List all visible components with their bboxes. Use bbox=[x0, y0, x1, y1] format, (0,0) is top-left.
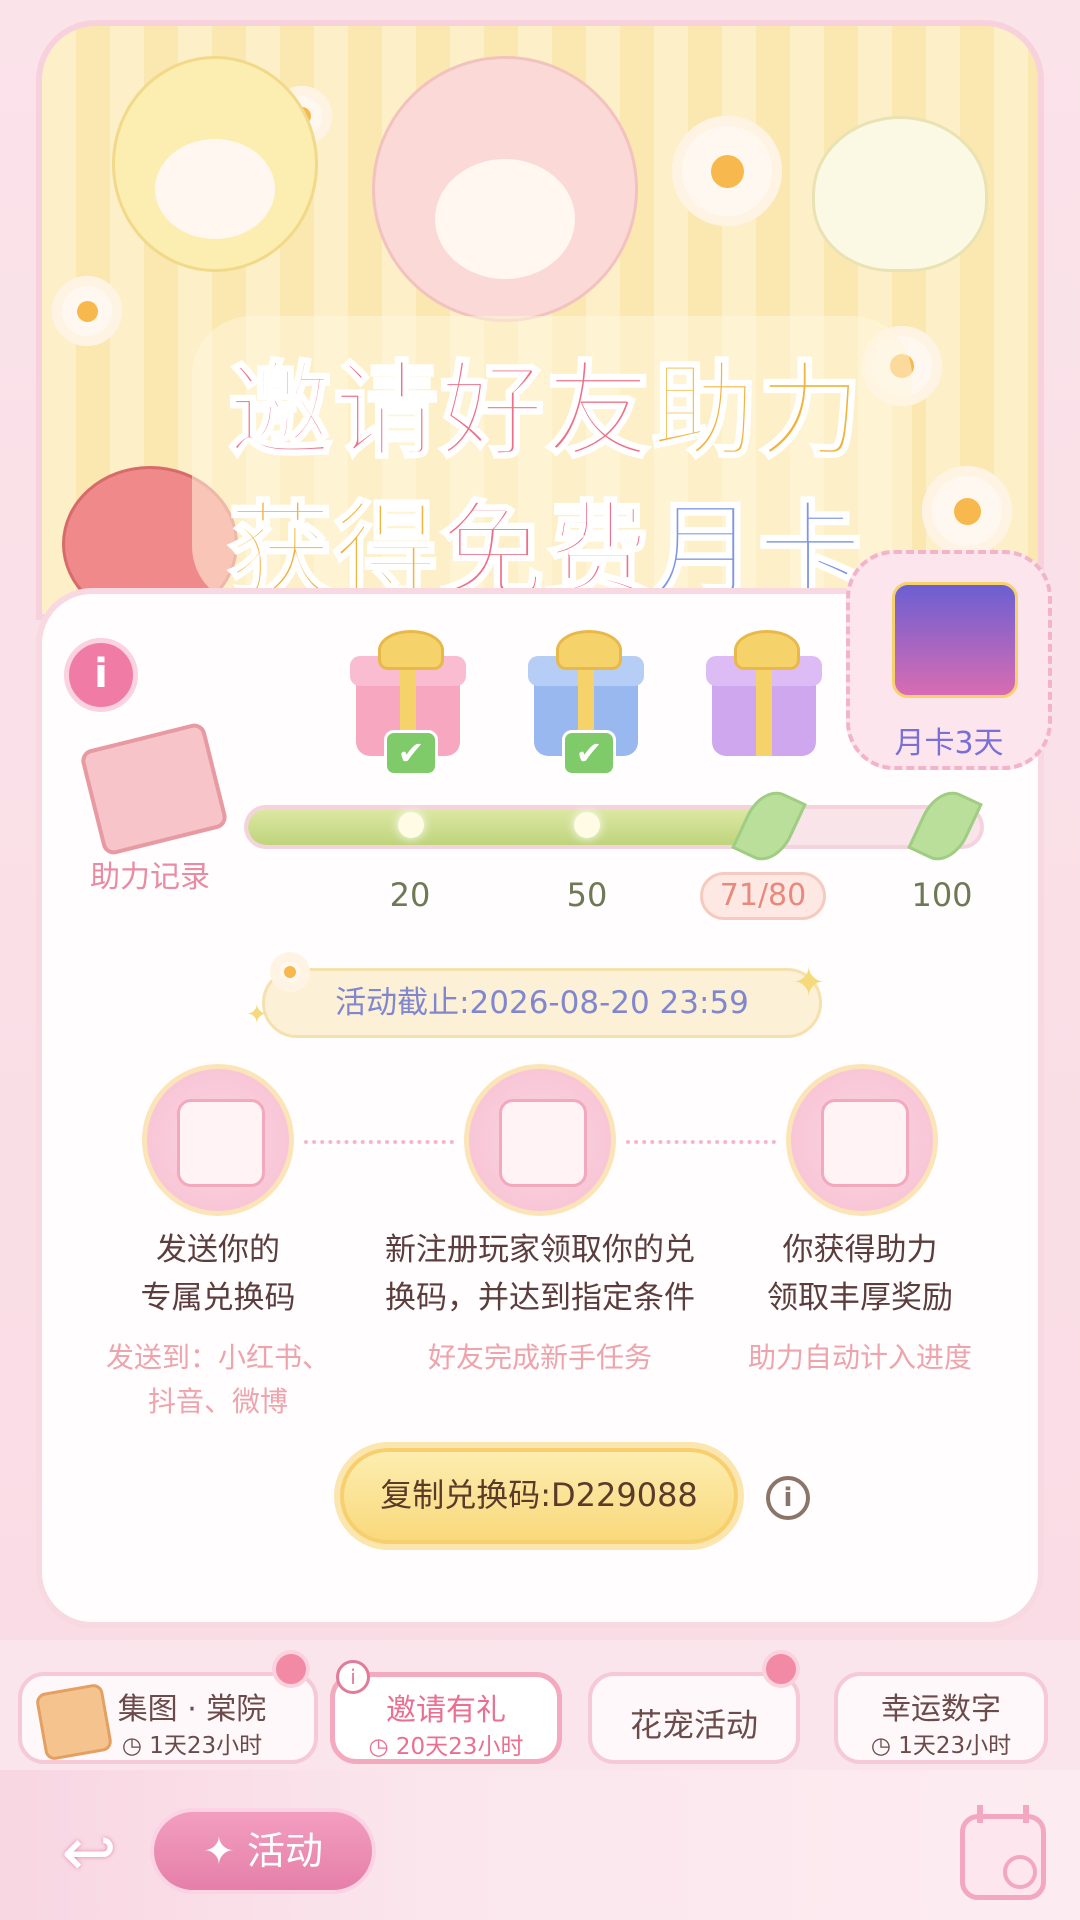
milestone-gift-80[interactable] bbox=[706, 630, 822, 756]
step3-gift-box-icon bbox=[786, 1064, 938, 1216]
info-icon: i bbox=[336, 1660, 370, 1694]
blonde-girl-illustration bbox=[112, 56, 318, 272]
milestone-label-50: 50 bbox=[566, 876, 608, 914]
sparkle-icon: ✦ bbox=[792, 960, 826, 1006]
bunny-girl-illustration bbox=[372, 56, 638, 322]
progress-node bbox=[574, 812, 600, 838]
progress-node bbox=[398, 812, 424, 838]
claimed-check-icon: ✔ bbox=[384, 730, 438, 776]
info-icon[interactable]: i bbox=[766, 1476, 810, 1520]
milestone-label-current: 71/80 bbox=[700, 872, 826, 920]
info-icon: i bbox=[94, 651, 108, 697]
milestone-label-20: 20 bbox=[389, 876, 431, 914]
step3-title: 你获得助力 领取丰厚奖励 bbox=[767, 1232, 953, 1316]
title-segment: 邀请好友 bbox=[226, 349, 652, 474]
title-segment: 助力 bbox=[650, 349, 865, 474]
reward-label: 月卡3天 bbox=[894, 726, 1004, 761]
step-connector bbox=[304, 1140, 454, 1144]
event-banner: 邀请好友助力 获得免费月卡 bbox=[36, 20, 1044, 620]
flower-decoration bbox=[762, 1650, 800, 1688]
monthly-card-box-icon bbox=[892, 582, 1018, 698]
step2-clipboard-icon bbox=[464, 1064, 616, 1216]
assist-record-label[interactable]: 助力记录 bbox=[90, 852, 210, 896]
banner-title-line1: 邀请好友助力 bbox=[42, 326, 1038, 477]
tab-timer: ◷ 20天23小时 bbox=[368, 1734, 524, 1760]
back-arrow-icon[interactable]: ↩ bbox=[44, 1818, 134, 1888]
step-connector bbox=[626, 1140, 776, 1144]
assist-progress-bar bbox=[244, 805, 984, 849]
step1-title: 发送你的 专属兑换码 bbox=[140, 1232, 296, 1316]
event-deadline: 活动截止:2026-08-20 23:59 bbox=[262, 968, 822, 1038]
progress-fill bbox=[248, 809, 768, 845]
step2-subtitle: 好友完成新手任务 bbox=[427, 1341, 652, 1374]
activity-tab-button[interactable]: ✦ 活动 bbox=[150, 1808, 376, 1894]
sparkle-icon: ✦ bbox=[246, 1000, 268, 1030]
gallery-book-icon bbox=[34, 1682, 114, 1762]
step3-subtitle: 助力自动计入进度 bbox=[747, 1341, 972, 1374]
chick-mascot-illustration bbox=[812, 116, 988, 272]
flower-decoration bbox=[270, 952, 310, 992]
tab-label: 幸运数字 bbox=[881, 1692, 1001, 1727]
flower-decoration bbox=[272, 1650, 310, 1688]
tab-timer: ◷ 1天23小时 bbox=[870, 1733, 1012, 1759]
tab-lucky-number[interactable]: 幸运数字 ◷ 1天23小时 bbox=[834, 1672, 1048, 1764]
step2-title: 新注册玩家领取你的兑 换码，并达到指定条件 bbox=[385, 1232, 695, 1316]
tab-label: 邀请有礼 bbox=[386, 1693, 506, 1728]
tab-flower-pet[interactable]: 花宠活动 bbox=[588, 1672, 800, 1764]
flower-decoration bbox=[672, 116, 782, 226]
monthly-card-reward[interactable]: 月卡3天 bbox=[846, 550, 1052, 770]
rules-info-button[interactable]: i bbox=[64, 638, 138, 712]
claimed-check-icon: ✔ bbox=[562, 730, 616, 776]
calendar-icon[interactable] bbox=[960, 1805, 1046, 1900]
tab-label: 花宠活动 bbox=[629, 1706, 758, 1744]
milestone-label-100: 100 bbox=[911, 876, 973, 914]
step1-gift-code-icon bbox=[142, 1064, 294, 1216]
step1-subtitle: 发送到：小红书、 抖音、微博 bbox=[105, 1341, 330, 1418]
copy-code-button[interactable]: 复制兑换码:D229088 bbox=[334, 1442, 744, 1550]
